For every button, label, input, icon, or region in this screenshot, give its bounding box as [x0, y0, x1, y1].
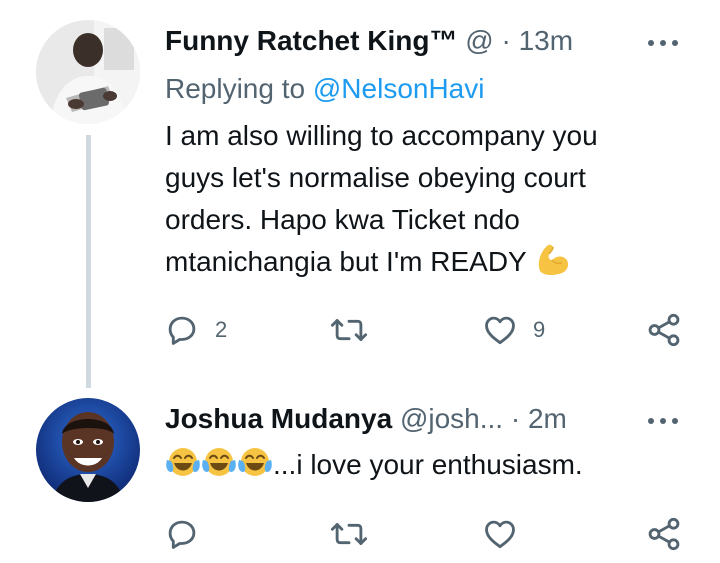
- emoji-group: [165, 448, 273, 480]
- face-with-tears-of-joy-emoji: [166, 448, 200, 476]
- thread-line: [86, 135, 91, 388]
- share-icon: [648, 313, 680, 347]
- face-with-tears-of-joy-emoji: [202, 448, 236, 476]
- tweet-text: ...i love your enthusiasm.: [165, 444, 583, 486]
- tweet-1[interactable]: Funny Ratchet King™ @ · 13m Replying to …: [0, 0, 720, 390]
- like-button[interactable]: [481, 514, 533, 554]
- share-button[interactable]: [645, 514, 683, 554]
- more-dot: [672, 418, 678, 424]
- tweet-text-line: orders. Hapo kwa Ticket ndo: [165, 204, 520, 235]
- tweet-text-line-last: mtanichangia but I'm READY: [165, 241, 598, 283]
- tweet-text-content: ...i love your enthusiasm.: [273, 449, 583, 480]
- share-button[interactable]: [645, 310, 683, 350]
- user-handle[interactable]: @josh...: [400, 403, 503, 434]
- flexed-biceps-emoji: [538, 244, 569, 276]
- timestamp[interactable]: 13m: [519, 25, 573, 56]
- more-dot: [660, 418, 666, 424]
- retweet-icon: [330, 319, 368, 341]
- like-count: 9: [533, 317, 546, 342]
- reply-icon: [168, 520, 196, 549]
- more-options-button[interactable]: [648, 416, 680, 426]
- replying-handle-link[interactable]: @NelsonHavi: [313, 73, 485, 104]
- more-dot: [648, 418, 654, 424]
- avatar-photo: [36, 398, 140, 502]
- tweet-text-line: guys let's normalise obeying court: [165, 162, 586, 193]
- replying-to: Replying to @NelsonHavi: [165, 72, 484, 106]
- tweet-text-line: mtanichangia but I'm READY: [165, 246, 527, 277]
- reply-count: 2: [215, 317, 228, 342]
- tweet-header: Joshua Mudanya @josh... · 2m: [165, 402, 567, 436]
- retweet-icon: [330, 523, 368, 545]
- separator-dot: ·: [510, 403, 521, 434]
- user-handle[interactable]: @: [465, 25, 493, 56]
- display-name[interactable]: Funny Ratchet King™: [165, 25, 457, 56]
- reply-button[interactable]: [163, 514, 215, 554]
- tweet-header: Funny Ratchet King™ @ · 13m: [165, 24, 573, 58]
- more-dot: [648, 40, 654, 46]
- retweet-button[interactable]: [330, 310, 382, 350]
- replying-prefix: Replying to: [165, 73, 306, 104]
- tweet-text: I am also willing to accompany you guys …: [165, 115, 598, 283]
- face-with-tears-of-joy-emoji: [238, 448, 272, 476]
- avatar[interactable]: [36, 398, 140, 502]
- more-options-button[interactable]: [648, 38, 680, 48]
- share-icon: [648, 517, 680, 551]
- more-dot: [672, 40, 678, 46]
- retweet-button[interactable]: [330, 514, 382, 554]
- heart-icon: [485, 520, 515, 549]
- avatar-photo: [36, 20, 140, 124]
- like-button[interactable]: 9: [481, 310, 545, 350]
- reply-icon: [168, 316, 196, 345]
- display-name[interactable]: Joshua Mudanya: [165, 403, 392, 434]
- timestamp[interactable]: 2m: [528, 403, 567, 434]
- tweet-2[interactable]: Joshua Mudanya @josh... · 2m ...i love y…: [0, 390, 720, 563]
- more-dot: [660, 40, 666, 46]
- separator-dot: ·: [501, 25, 511, 56]
- heart-icon: [485, 316, 515, 345]
- avatar[interactable]: [36, 20, 140, 124]
- reply-button[interactable]: 2: [163, 310, 227, 350]
- tweet-text-line: I am also willing to accompany you: [165, 120, 598, 151]
